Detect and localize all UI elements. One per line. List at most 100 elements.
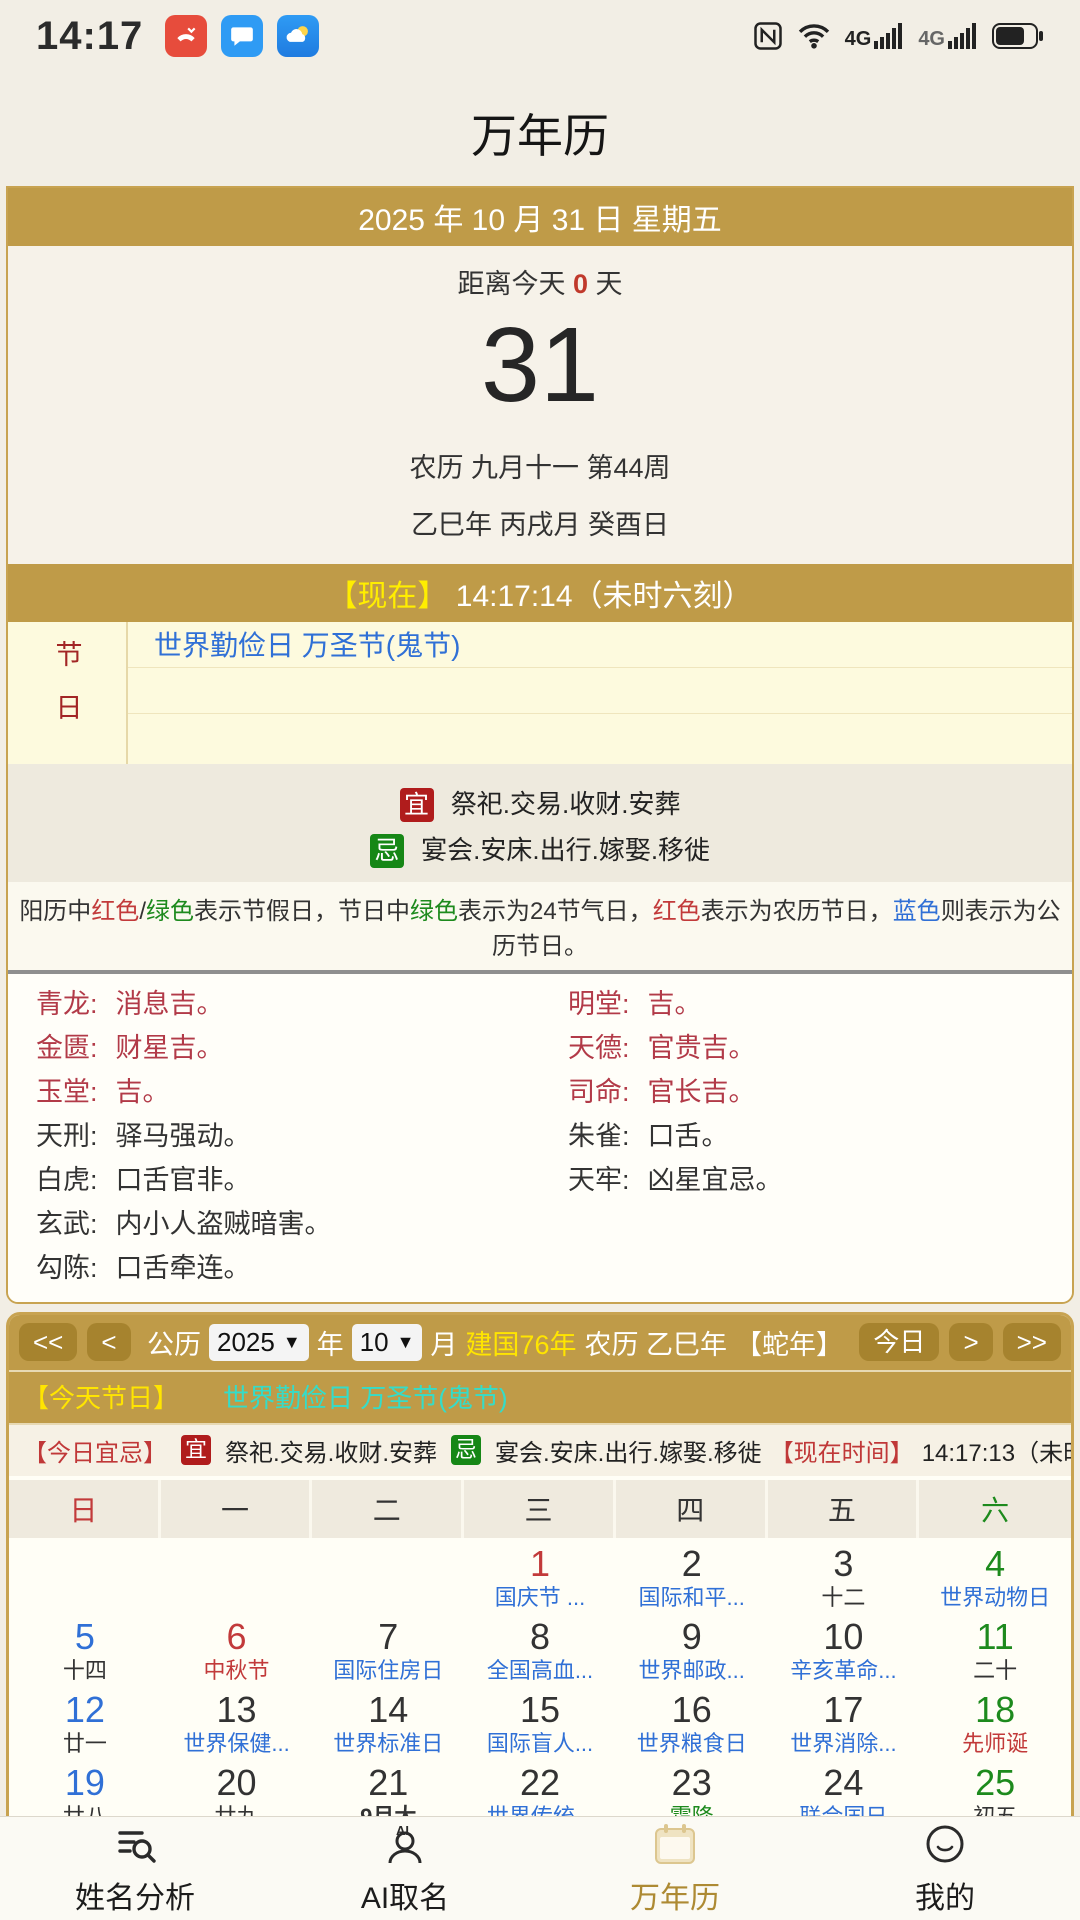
name-analysis-icon [112,1821,158,1867]
day-cell-1[interactable]: 1国庆节 ... [464,1542,616,1615]
day-number: 17 [823,1691,863,1729]
tab-name-analysis[interactable]: 姓名分析 [0,1821,270,1917]
day-number: 10 [823,1618,863,1656]
deity-name: 玉堂: [36,1077,98,1107]
missed-call-icon [165,15,207,57]
signal-4g-icon: 4G [845,23,905,49]
today-button[interactable]: 今日 [859,1323,939,1361]
day-cell-15[interactable]: 15国际盲人... [464,1688,616,1761]
deity-desc: 口舌牵连。 [116,1253,251,1283]
day-cell-6[interactable]: 6中秋节 [161,1615,313,1688]
lunar-line: 农历 九月十一 第44周 [8,446,1072,485]
today-festival-row: 【今天节日】 世界勤俭日 万圣节(鬼节) [9,1372,1071,1425]
legend-part: 绿色 [146,898,194,925]
prev-month-button[interactable]: < [87,1323,130,1361]
page-title: 万年历 [0,100,1080,166]
day-subtext: 廿一 [63,1731,107,1757]
deity-empty [540,1202,1072,1246]
day-cell-empty [161,1542,313,1615]
day-number: 21 [368,1764,408,1802]
day-cell-3[interactable]: 3十二 [768,1542,920,1615]
weekday-日: 日 [9,1480,161,1538]
calendar-icon [651,1821,699,1867]
deity-desc: 驿马强动。 [116,1121,251,1151]
day-cell-2[interactable]: 2国际和平... [616,1542,768,1615]
nav-center: 公历 2025▼ 年 10▼ 月 建国76年 农历 乙巳年 【蛇年】 [141,1323,850,1362]
deity-item: 白虎:口舌官非。 [8,1158,540,1202]
day-cell-18[interactable]: 18先师诞 [919,1688,1071,1761]
message-icon [221,15,263,57]
deity-item: 金匮:财星吉。 [8,1026,540,1070]
next-month-button[interactable]: > [949,1323,992,1361]
year-select[interactable]: 2025▼ [209,1324,309,1361]
day-number: 12 [65,1691,105,1729]
day-number: 9 [682,1618,702,1656]
day-number: 16 [672,1691,712,1729]
tab-profile[interactable]: 我的 [810,1821,1080,1917]
signal-4g-icon-2: 4G [918,23,978,49]
day-number: 6 [227,1618,247,1656]
day-cell-11[interactable]: 11二十 [919,1615,1071,1688]
legend-part: / [139,898,146,925]
color-legend: 阳历中红色/绿色表示节假日，节日中绿色表示为24节气日，红色表示为农历节日，蓝色… [8,882,1072,970]
deity-desc: 凶星宜忌。 [648,1165,783,1195]
date-header: 2025 年 10 月 31 日 星期五 [8,188,1072,246]
day-number: 19 [65,1764,105,1802]
day-cell-12[interactable]: 12廿一 [9,1688,161,1761]
profile-icon [922,1821,968,1867]
deity-name: 司命: [568,1077,630,1107]
deity-item: 天刑: 驿马强动。 [8,1114,540,1158]
tab-ai-naming[interactable]: AI AI取名 [270,1821,540,1917]
day-subtext: 国际和平... [639,1585,745,1611]
day-cell-14[interactable]: 14世界标准日 [312,1688,464,1761]
deity-item: 明堂:吉。 [540,982,1072,1026]
yi-line: 宜 祭祀.交易.收财.安葬 [8,784,1072,822]
day-cell-16[interactable]: 16世界粮食日 [616,1688,768,1761]
status-bar: 14:17 4G 4G [0,0,1080,72]
weekday-header: 日一二三四五六 [9,1480,1071,1538]
weekday-六: 六 [919,1480,1071,1538]
era-label: 建国76年 [465,1323,576,1362]
day-cell-7[interactable]: 7国际住房日 [312,1615,464,1688]
day-subtext: 国庆节 ... [495,1585,585,1611]
battery-icon [992,23,1044,49]
day-number: 2 [682,1545,702,1583]
prev-year-button[interactable]: << [19,1323,77,1361]
ji-text: 宴会.安床.出行.嫁娶.移徙 [421,835,710,865]
today-festival-label: 【今天节日】 [23,1378,179,1415]
day-number: 3 [833,1545,853,1583]
year-unit: 年 [317,1323,344,1362]
day-cell-9[interactable]: 9世界邮政... [616,1615,768,1688]
day-cell-17[interactable]: 17世界消除... [768,1688,920,1761]
day-subtext: 中秋节 [204,1658,270,1684]
now-label: 【现在】 [327,580,447,613]
next-year-button[interactable]: >> [1003,1323,1061,1361]
day-subtext: 世界粮食日 [637,1731,747,1757]
day-cell-8[interactable]: 8全国高血... [464,1615,616,1688]
zodiac-year-label: 【蛇年】 [735,1323,843,1362]
calendar-nav: << < 公历 2025▼ 年 10▼ 月 建国76年 农历 乙巳年 【蛇年】 … [9,1315,1071,1372]
day-cell-10[interactable]: 10辛亥革命... [768,1615,920,1688]
day-cell-5[interactable]: 5十四 [9,1615,161,1688]
now-time-label: 【现在时间】 [770,1433,914,1468]
legend-part: 红色 [653,898,701,925]
ji-badge: 忌 [451,1435,481,1465]
day-cell-13[interactable]: 13世界保健... [161,1688,313,1761]
day-subtext: 二十 [973,1658,1017,1684]
deity-item: 玉堂:吉。 [8,1070,540,1114]
today-card: 2025 年 10 月 31 日 星期五 距离今天 0 天 31 农历 九月十一… [6,186,1074,1304]
deity-name: 金匮: [36,1033,98,1063]
day-number: 5 [75,1618,95,1656]
deity-name: 天刑: [36,1121,98,1151]
ji-text: 宴会.安床.出行.嫁娶.移徙 [495,1433,762,1468]
chevron-down-icon: ▼ [397,1332,415,1353]
system-status-icons: 4G 4G [753,21,1044,51]
legend-part: 表示为24节气日， [458,898,653,925]
month-select[interactable]: 10▼ [352,1324,423,1361]
day-subtext: 世界邮政... [639,1658,745,1684]
deity-item: 玄武:内小人盗贼暗害。 [8,1202,540,1246]
day-number: 4 [985,1545,1005,1583]
distance-line: 距离今天 0 天 [8,246,1072,301]
tab-calendar[interactable]: 万年历 [540,1821,810,1917]
day-cell-4[interactable]: 4世界动物日 [919,1542,1071,1615]
